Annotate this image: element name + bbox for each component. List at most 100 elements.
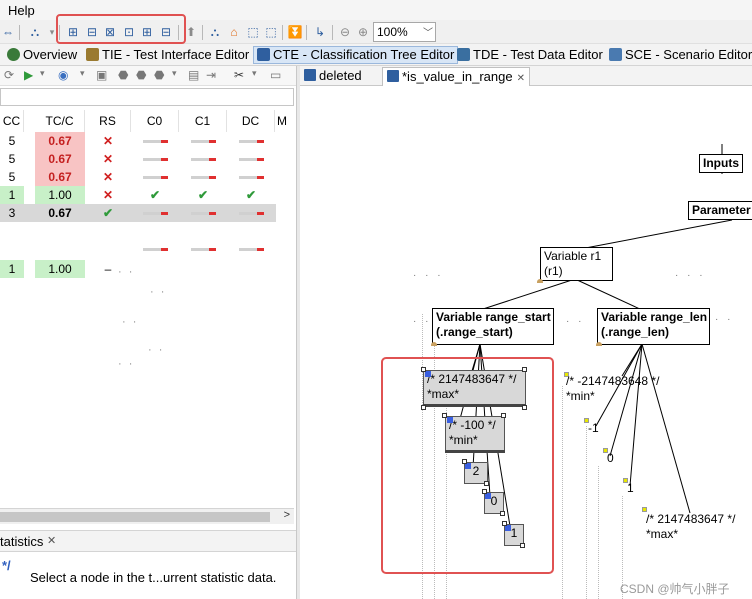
- run-dropdown-icon[interactable]: ▾: [40, 68, 45, 79]
- class-len-max[interactable]: /* 2147483647 */ *max*: [646, 512, 735, 542]
- cell-rs: ✕: [102, 170, 114, 184]
- filter-icon[interactable]: ⬣: [118, 68, 128, 82]
- toolbar-separator: [19, 25, 20, 40]
- zoom-select[interactable]: 100% ﹀: [373, 22, 436, 42]
- column-header-rs[interactable]: RS: [85, 110, 131, 132]
- scrollbar-thumb[interactable]: [0, 512, 270, 522]
- column-header-c1[interactable]: C1: [179, 110, 227, 132]
- column-header-m[interactable]: M: [275, 110, 289, 132]
- tree-layout-icon[interactable]: ⛬: [27, 24, 43, 40]
- settings-icon[interactable]: ⬣: [136, 68, 146, 82]
- horizontal-scrollbar[interactable]: >: [0, 508, 294, 524]
- minimize-icon[interactable]: ▭: [270, 68, 281, 82]
- tree-file-icon: [387, 70, 399, 82]
- coverage-bar: [143, 176, 168, 179]
- statistics-tab-bar: tatistics ✕: [0, 530, 296, 552]
- watermark: CSDN @帅气小胖子: [620, 582, 730, 596]
- table-row[interactable]: 5 0.67 ✕: [0, 132, 276, 150]
- coverage-bar: [143, 140, 168, 143]
- collapse-down-icon[interactable]: ⏬: [287, 24, 303, 40]
- table-row[interactable]: 1 1.00 ✕ ✔ ✔ ✔: [0, 186, 276, 204]
- cell-dc: ✔: [245, 188, 257, 202]
- tree-node-inputs[interactable]: Inputs: [699, 154, 743, 173]
- cell-tcc: 0.67: [35, 150, 85, 168]
- perspective-sce[interactable]: SCE - Scenario Editor: [606, 46, 752, 64]
- coverage-bar: [143, 248, 168, 251]
- perspective-tie[interactable]: TIE - Test Interface Editor: [83, 46, 252, 64]
- table-row[interactable]: [0, 240, 276, 258]
- tree-file-icon: [304, 69, 316, 81]
- guide-line: [598, 466, 599, 599]
- tree-node-range-len[interactable]: Variable range_len (.range_len): [597, 308, 710, 345]
- import-icon[interactable]: ⇥: [206, 68, 216, 82]
- layout-icon[interactable]: ⛬: [207, 24, 223, 40]
- fit-icon[interactable]: ⬚: [245, 24, 261, 40]
- column-header-dc[interactable]: DC: [227, 110, 275, 132]
- cell-tcc: 0.67: [35, 132, 85, 150]
- filter-input[interactable]: [0, 88, 294, 106]
- class-len-minus1[interactable]: -1: [588, 421, 599, 436]
- class-len-1[interactable]: 1: [627, 481, 634, 496]
- dot-marker: · · ·: [413, 270, 444, 281]
- home-icon[interactable]: ⌂: [226, 24, 242, 40]
- scroll-right-icon[interactable]: >: [284, 509, 290, 521]
- statistics-tab[interactable]: tatistics: [0, 534, 43, 549]
- table-row[interactable]: 5 0.67 ✕: [0, 168, 276, 186]
- tree-highlight-box: [381, 357, 554, 574]
- close-icon[interactable]: ✕: [517, 73, 525, 84]
- table-row-selected[interactable]: 3 0.67 ✔: [0, 204, 276, 222]
- statistics-message: Select a node in the t...urrent statisti…: [30, 570, 277, 585]
- expand-icon[interactable]: ⬚: [263, 24, 279, 40]
- tde-icon: [457, 48, 470, 61]
- collapse-knob[interactable]: [431, 342, 437, 346]
- tree-node-parameter[interactable]: Parameter: [688, 201, 752, 220]
- tree-node-variable-r1[interactable]: Variable r1 (r1): [540, 247, 613, 281]
- toolbar-separator: [332, 25, 333, 40]
- coverage-bar: [191, 140, 216, 143]
- tab-is-value-in-range[interactable]: *is_value_in_range ✕: [382, 67, 530, 86]
- zoom-in-icon[interactable]: ⊕: [355, 24, 371, 40]
- column-header-tcc[interactable]: TC/C: [35, 110, 85, 132]
- zoom-out-icon[interactable]: ⊖: [337, 24, 353, 40]
- perspective-tde[interactable]: TDE - Test Data Editor: [454, 46, 606, 64]
- class-len-min[interactable]: /* -2147483648 */ *min*: [566, 374, 659, 404]
- perspective-bar: Overview TIE - Test Interface Editor CTE…: [0, 44, 752, 66]
- table-row[interactable]: 5 0.67 ✕: [0, 150, 276, 168]
- tools-dropdown-icon[interactable]: ▾: [252, 68, 257, 79]
- gear-icon[interactable]: ⬣: [154, 68, 164, 82]
- perspective-cte[interactable]: CTE - Classification Tree Editor: [253, 46, 459, 64]
- statistics-panel: */ Select a node in the t...urrent stati…: [0, 552, 296, 599]
- gear-dropdown-icon[interactable]: ▾: [172, 68, 177, 79]
- tools-icon[interactable]: ✂: [234, 68, 244, 82]
- close-icon[interactable]: ✕: [47, 534, 56, 547]
- step-icon[interactable]: ↳: [312, 24, 328, 40]
- perspective-overview[interactable]: Overview: [4, 46, 80, 64]
- report-icon[interactable]: ▣: [96, 68, 107, 82]
- collapse-knob[interactable]: [537, 279, 543, 283]
- refresh-icon[interactable]: ⟳: [4, 68, 14, 82]
- table-row[interactable]: 1 1.00 –: [0, 260, 276, 278]
- dot-marker: · ·: [148, 344, 165, 356]
- link-icon[interactable]: ⇔: [0, 24, 16, 40]
- run-icon[interactable]: ▶: [24, 68, 33, 82]
- tie-icon: [86, 48, 99, 61]
- column-header-cc[interactable]: CC: [0, 110, 24, 132]
- dot-marker: · ·: [150, 286, 167, 298]
- column-header-c0[interactable]: C0: [131, 110, 179, 132]
- export-icon[interactable]: ▤: [188, 68, 199, 82]
- coverage-dropdown-icon[interactable]: ▾: [80, 68, 85, 79]
- tree-node-range-start[interactable]: Variable range_start (.range_start): [432, 308, 554, 345]
- cell-cc: 5: [8, 170, 16, 184]
- class-len-0[interactable]: 0: [607, 451, 614, 466]
- statistics-comment-icon: */: [2, 558, 11, 573]
- tab-deleted[interactable]: deleted: [300, 67, 366, 86]
- coverage-icon[interactable]: ◉: [58, 68, 68, 82]
- cell-tcc: 0.67: [48, 206, 72, 220]
- cell-rs: ✔: [102, 206, 114, 220]
- cell-cc: 1: [0, 260, 24, 278]
- menu-help[interactable]: Help: [8, 3, 35, 18]
- cell-cc: 1: [0, 186, 24, 204]
- chevron-down-icon: ﹀: [423, 28, 433, 39]
- toolbar-separator: [282, 25, 283, 40]
- collapse-knob[interactable]: [596, 342, 602, 346]
